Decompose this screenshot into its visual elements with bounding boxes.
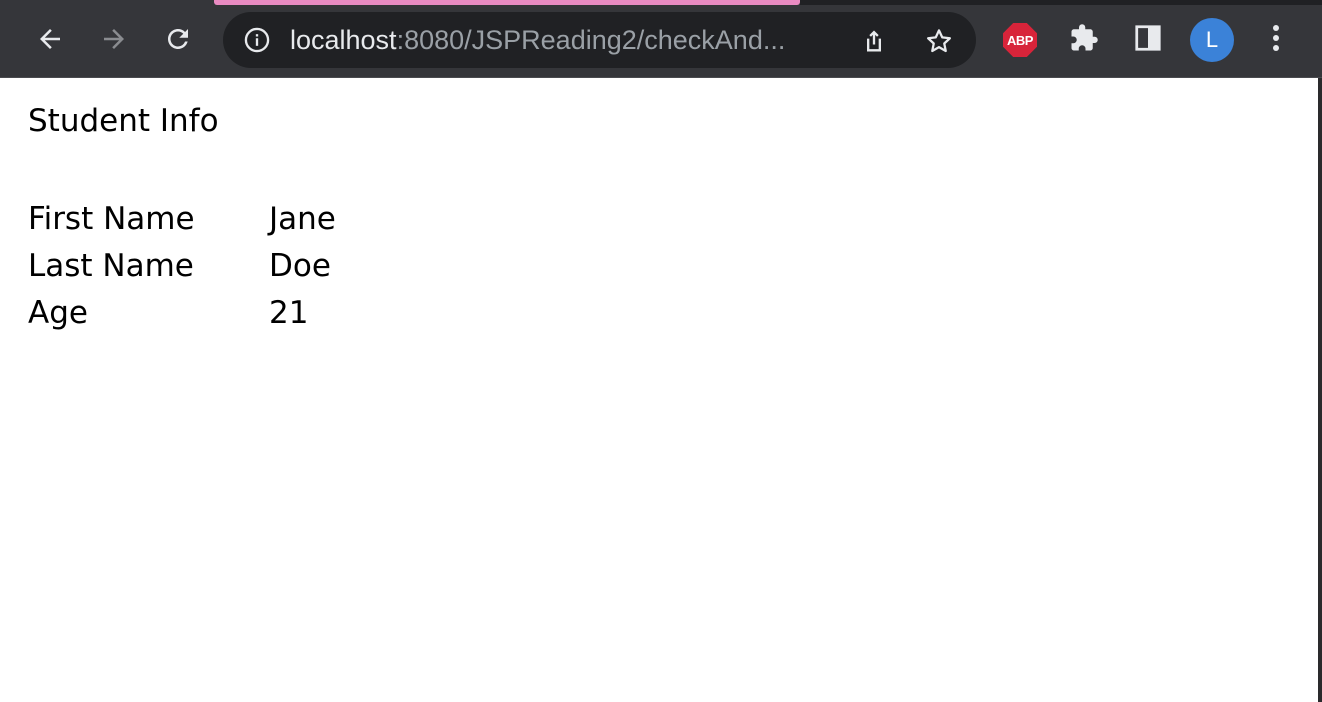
side-panel-button[interactable] <box>1128 20 1168 60</box>
address-bar[interactable]: localhost:8080/JSPReading2/checkAnd... <box>223 12 976 68</box>
profile-avatar[interactable]: L <box>1190 18 1234 62</box>
forward-arrow-icon <box>99 24 129 54</box>
side-panel-icon <box>1133 23 1163 58</box>
age-label: Age <box>28 294 88 331</box>
table-row: Last Name Doe <box>28 242 336 289</box>
first-name-label: First Name <box>28 200 195 237</box>
browser-menu-button[interactable] <box>1256 18 1296 62</box>
browser-toolbar: localhost:8080/JSPReading2/checkAnd... A… <box>0 0 1322 78</box>
age-value: 21 <box>269 294 309 331</box>
table-row: Age 21 <box>28 289 336 336</box>
back-button[interactable] <box>27 16 73 62</box>
info-icon[interactable] <box>243 26 271 54</box>
first-name-value: Jane <box>269 200 336 237</box>
inactive-tab-strip <box>800 0 1322 5</box>
adblock-extension-button[interactable]: ABP <box>1000 20 1040 60</box>
share-icon[interactable] <box>859 26 889 56</box>
abp-icon: ABP <box>1003 23 1037 57</box>
table-row: First Name Jane <box>28 195 336 242</box>
forward-button[interactable] <box>91 16 137 62</box>
last-name-label: Last Name <box>28 247 194 284</box>
url-text[interactable]: localhost:8080/JSPReading2/checkAnd... <box>290 25 785 55</box>
reload-button[interactable] <box>155 16 201 62</box>
page-title: Student Info <box>28 103 219 139</box>
back-arrow-icon <box>35 24 65 54</box>
url-path: :8080/JSPReading2/checkAnd... <box>396 25 786 55</box>
puzzle-icon <box>1069 23 1099 58</box>
window-edge <box>1318 78 1322 702</box>
last-name-value: Doe <box>269 247 331 284</box>
kebab-menu-icon <box>1271 23 1281 58</box>
star-icon[interactable] <box>923 25 955 57</box>
extensions-button[interactable] <box>1064 20 1104 60</box>
reload-icon <box>163 24 193 54</box>
active-tab-indicator[interactable] <box>214 0 800 5</box>
student-info-table: First Name Jane Last Name Doe Age 21 <box>28 195 336 336</box>
page-content: Student Info First Name Jane Last Name D… <box>0 79 1318 702</box>
url-host: localhost <box>290 25 397 55</box>
